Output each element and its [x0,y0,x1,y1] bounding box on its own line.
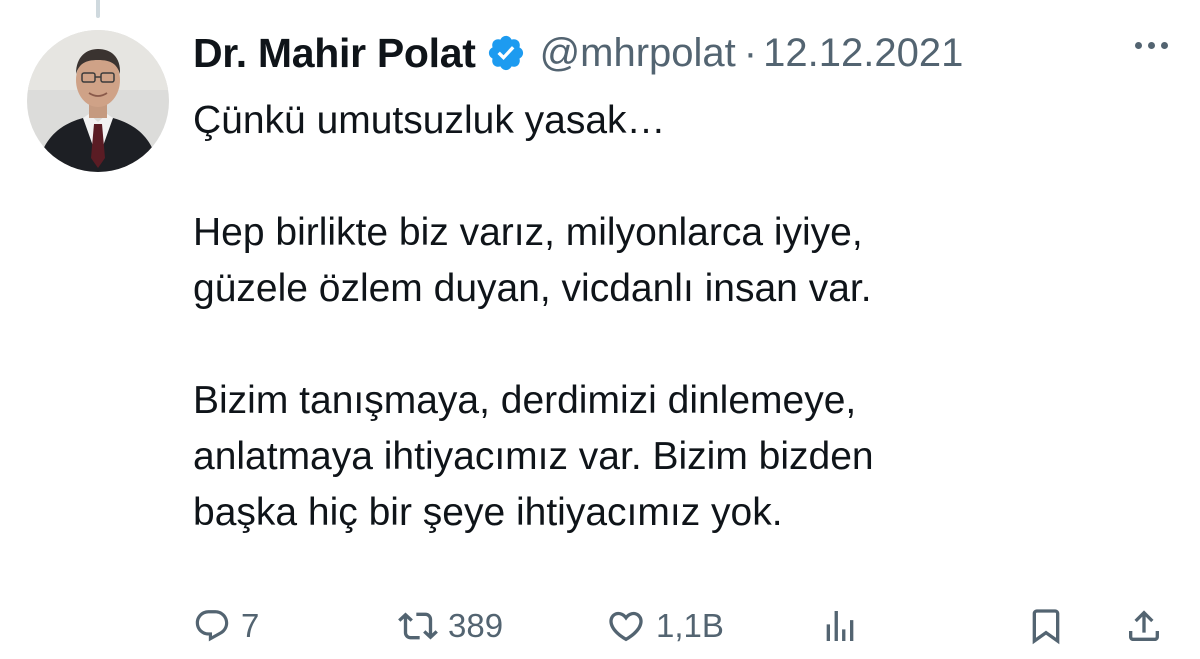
views-button[interactable] [820,598,860,654]
tweet-text-line: başka hiç bir şeye ihtiyacımız yok. [193,491,783,534]
more-dot [1135,42,1142,49]
tweet-text-line: Çünkü umutsuzluk yasak… [193,99,666,142]
tweet-text-line: güzele özlem duyan, vicdanlı insan var. [193,267,872,310]
tweet-text: Çünkü umutsuzluk yasak… Hep birlikte biz… [193,93,1153,541]
retweet-button[interactable]: 389 [398,598,503,654]
share-icon [1124,606,1164,646]
bookmark-icon [1026,606,1066,646]
reply-icon [193,607,231,645]
thread-connector-line [96,0,100,18]
tweet-header: Dr. Mahir Polat @mhrpolat · 12.12.2021 [193,28,963,78]
action-bar: 7 389 1,1B [0,598,1200,654]
reply-button[interactable]: 7 [193,598,259,654]
like-button[interactable]: 1,1B [606,598,724,654]
retweet-icon [398,606,438,646]
bookmark-button[interactable] [1026,598,1066,654]
heart-icon [606,606,646,646]
more-dot [1148,42,1155,49]
tweet-text-line: Hep birlikte biz varız, milyonlarca iyiy… [193,211,863,254]
share-button[interactable] [1124,598,1164,654]
tweet-text-line: anlatmaya ihtiyacımız var. Bizim bizden [193,435,874,478]
more-options-icon[interactable] [1135,42,1168,49]
tweet-date[interactable]: 12.12.2021 [763,31,963,76]
like-count: 1,1B [656,607,724,644]
author-name[interactable]: Dr. Mahir Polat [193,30,476,77]
author-handle[interactable]: @mhrpolat [540,31,736,76]
more-dot [1161,42,1168,49]
reply-count: 7 [241,607,260,644]
analytics-icon [820,606,860,646]
tweet-text-line: Bizim tanışmaya, derdimizi dinlemeye, [193,379,857,422]
avatar[interactable] [27,30,169,172]
avatar-photo [27,30,169,172]
retweet-count: 389 [448,607,504,644]
verified-badge-icon [486,33,526,73]
header-separator: · [743,30,758,75]
